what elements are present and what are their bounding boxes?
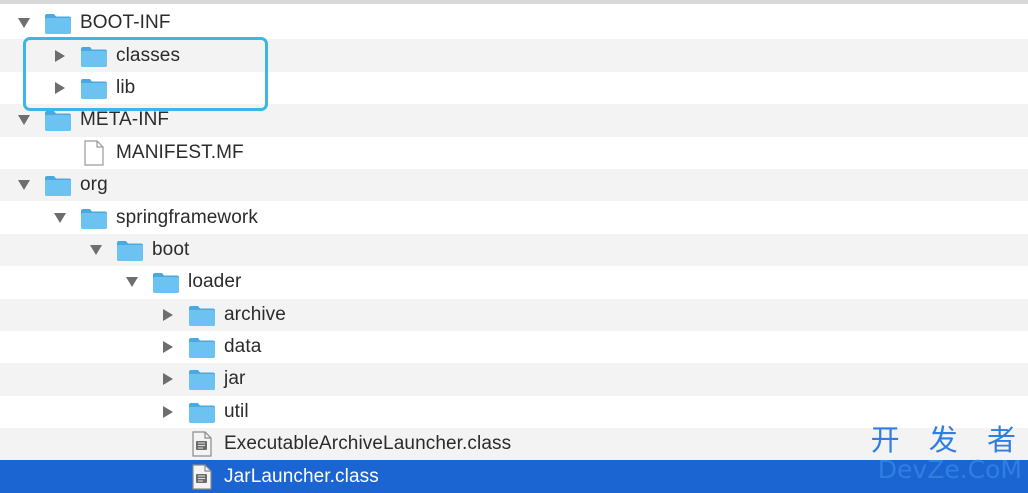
watermark-site-text: DevZe.CoM xyxy=(877,455,1022,484)
triangle-right-icon[interactable] xyxy=(50,46,70,66)
tree-item-label: ExecutableArchiveLauncher.class xyxy=(224,433,512,455)
folder-icon xyxy=(44,172,72,198)
tree-item-label: loader xyxy=(188,271,242,293)
tree-item-label: META-INF xyxy=(80,109,170,131)
folder-icon xyxy=(44,107,72,133)
tree-item-label: archive xyxy=(224,303,286,325)
triangle-down-icon[interactable] xyxy=(50,208,70,228)
folder-icon xyxy=(188,334,216,360)
triangle-right-icon[interactable] xyxy=(158,337,178,357)
tree-row[interactable]: loader xyxy=(0,266,1028,298)
folder-icon xyxy=(80,205,108,231)
tree-row[interactable]: classes xyxy=(0,39,1028,72)
tree-row[interactable]: META-INF xyxy=(0,104,1028,137)
java-class-file-icon xyxy=(188,464,216,490)
watermark-chinese-text: 开 发 者 xyxy=(870,423,1026,457)
tree-item-label: lib xyxy=(116,76,136,98)
triangle-right-icon[interactable] xyxy=(158,369,178,389)
tree-row[interactable]: boot xyxy=(0,233,1028,267)
folder-icon xyxy=(116,237,144,263)
folder-icon xyxy=(188,399,216,425)
tree-row[interactable]: lib xyxy=(0,72,1028,104)
tree-item-label: springframework xyxy=(116,206,258,228)
window-top-border xyxy=(0,0,1028,4)
folder-icon xyxy=(80,43,108,69)
folder-icon xyxy=(80,75,108,101)
tree-item-label: classes xyxy=(116,44,181,66)
triangle-down-icon[interactable] xyxy=(14,110,34,130)
tree-row[interactable]: org xyxy=(0,168,1028,202)
tree-row[interactable]: MANIFEST.MF xyxy=(0,137,1028,169)
tree-row[interactable]: data xyxy=(0,331,1028,363)
triangle-down-icon[interactable] xyxy=(14,13,34,33)
tree-item-label: BOOT-INF xyxy=(80,12,171,34)
triangle-down-icon[interactable] xyxy=(86,240,106,260)
folder-icon xyxy=(188,302,216,328)
folder-icon xyxy=(188,366,216,392)
tree-item-label: org xyxy=(80,174,108,196)
tree-row[interactable]: jar xyxy=(0,363,1028,396)
triangle-right-icon[interactable] xyxy=(158,402,178,422)
file-tree: BOOT-INF classes lib META-INF MANIFEST.MF org… xyxy=(0,7,1028,493)
tree-item-label: data xyxy=(224,336,262,358)
tree-row[interactable]: archive xyxy=(0,298,1028,331)
file-icon xyxy=(80,140,108,166)
triangle-down-icon[interactable] xyxy=(14,175,34,195)
tree-row[interactable]: springframework xyxy=(0,201,1028,233)
java-class-file-icon xyxy=(188,431,216,457)
folder-icon xyxy=(152,269,180,295)
triangle-right-icon[interactable] xyxy=(50,78,70,98)
tree-item-label: jar xyxy=(224,368,246,390)
watermark: 开 发 者 DevZe.CoM xyxy=(871,426,1022,484)
tree-item-label: MANIFEST.MF xyxy=(116,141,244,163)
tree-item-label: boot xyxy=(152,238,190,260)
triangle-right-icon[interactable] xyxy=(158,305,178,325)
tree-item-label: util xyxy=(224,400,249,422)
tree-row[interactable]: BOOT-INF xyxy=(0,7,1028,39)
tree-item-label: JarLauncher.class xyxy=(224,465,379,487)
folder-icon xyxy=(44,10,72,36)
triangle-down-icon[interactable] xyxy=(122,272,142,292)
